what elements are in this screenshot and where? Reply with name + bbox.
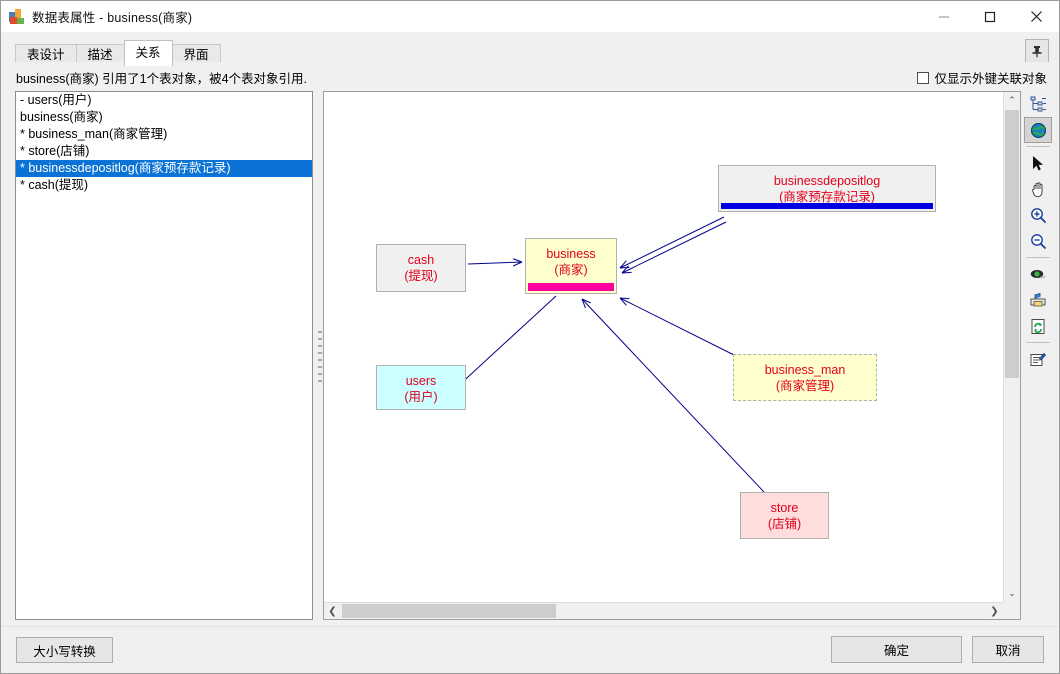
scrollbar-corner [1003,602,1020,619]
tree-view-icon[interactable] [1024,91,1052,117]
node-cn-name: (提现) [404,269,438,283]
horizontal-scroll-thumb[interactable] [342,604,556,618]
diagram-node-business[interactable]: business (商家) [525,238,617,294]
diagram-vertical-scrollbar[interactable]: ⌃ ⌄ [1003,92,1020,602]
node-cn-name: (商家管理) [775,379,835,393]
toolbar-separator [1026,257,1050,258]
list-item[interactable]: * business_man(商家管理) [16,126,312,143]
node-accent-bar [528,283,614,291]
properties-note-icon[interactable] [1024,346,1052,372]
diagram-node-users[interactable]: users (用户) [376,365,466,410]
scroll-up-arrow[interactable]: ⌃ [1004,92,1020,109]
pointer-arrow-icon[interactable] [1024,150,1052,176]
fk-only-checkbox-row[interactable]: 仅显示外键关联对象 [917,68,1047,87]
close-button[interactable] [1013,1,1059,32]
ok-button[interactable]: 确定 [831,636,962,663]
list-item-selected[interactable]: * businessdepositlog(商家预存款记录) [16,160,312,177]
node-cn-name: (店铺) [767,517,802,531]
node-accent-bar [721,203,933,209]
diagram-node-business-man[interactable]: business_man (商家管理) [733,354,877,401]
node-cn-name: (商家) [554,263,588,277]
eye-preview-icon[interactable] [1024,261,1052,287]
scroll-right-arrow[interactable]: ❯ [986,603,1003,620]
dialog-window: 数据表属性 - business(商家) 表设计 描述 关系 界面 busine… [0,0,1060,674]
node-name: store [770,501,799,515]
node-name: business_man [764,363,846,377]
node-name: businessdepositlog [773,174,881,188]
dialog-footer: 大小写转换 确定 取消 [1,626,1059,673]
window-title: 数据表属性 - business(商家) [32,11,193,25]
tab-relations[interactable]: 关系 [123,40,173,66]
list-item[interactable]: * store(店铺) [16,143,312,160]
title-bar: 数据表属性 - business(商家) [1,1,1059,32]
list-item[interactable]: business(商家) [16,109,312,126]
node-cn-name: (用户) [404,390,438,404]
pushpin-icon [1032,45,1042,57]
table-properties-icon [9,8,25,25]
diagram-horizontal-scrollbar[interactable]: ❮ ❯ [324,602,1003,619]
diagram-toolbar [1023,91,1053,620]
fk-only-checkbox-label: 仅显示外键关联对象 [934,72,1047,86]
vertical-scroll-thumb[interactable] [1005,110,1019,378]
relation-summary-text: business(商家) 引用了1个表对象，被4个表对象引用. [16,72,308,86]
list-item[interactable]: - users(用户) [16,92,312,109]
node-name: cash [407,253,435,267]
case-convert-button[interactable]: 大小写转换 [16,637,113,663]
cancel-button[interactable]: 取消 [972,636,1044,663]
minimize-button[interactable] [921,1,967,32]
diagram-canvas[interactable]: businessdepositlog (商家预存款记录) cash (提现) b… [324,92,1003,597]
refresh-page-icon[interactable] [1024,313,1052,339]
window-controls [921,1,1059,32]
hand-pan-icon[interactable] [1024,176,1052,202]
globe-icon[interactable] [1024,117,1052,143]
printer-icon[interactable] [1024,287,1052,313]
list-item[interactable]: * cash(提现) [16,177,312,194]
zoom-in-icon[interactable] [1024,202,1052,228]
relation-diagram-panel[interactable]: businessdepositlog (商家预存款记录) cash (提现) b… [323,91,1021,620]
diagram-node-cash[interactable]: cash (提现) [376,244,466,292]
object-list[interactable]: - users(用户) business(商家) * business_man(… [15,91,313,620]
tab-strip: 表设计 描述 关系 界面 [1,32,1059,66]
diagram-node-businessdepositlog[interactable]: businessdepositlog (商家预存款记录) [718,165,936,212]
info-row: business(商家) 引用了1个表对象，被4个表对象引用. 仅显示外键关联对… [1,62,1059,90]
node-name: users [405,374,437,388]
scroll-left-arrow[interactable]: ❮ [324,603,341,620]
node-name: business [546,247,596,261]
fk-only-checkbox[interactable] [917,71,930,84]
toolbar-separator [1026,146,1050,147]
scroll-down-arrow[interactable]: ⌄ [1004,585,1020,602]
maximize-button[interactable] [967,1,1013,32]
toolbar-separator [1026,342,1050,343]
zoom-out-icon[interactable] [1024,228,1052,254]
pin-button[interactable] [1025,39,1049,63]
diagram-node-store[interactable]: store (店铺) [740,492,829,539]
